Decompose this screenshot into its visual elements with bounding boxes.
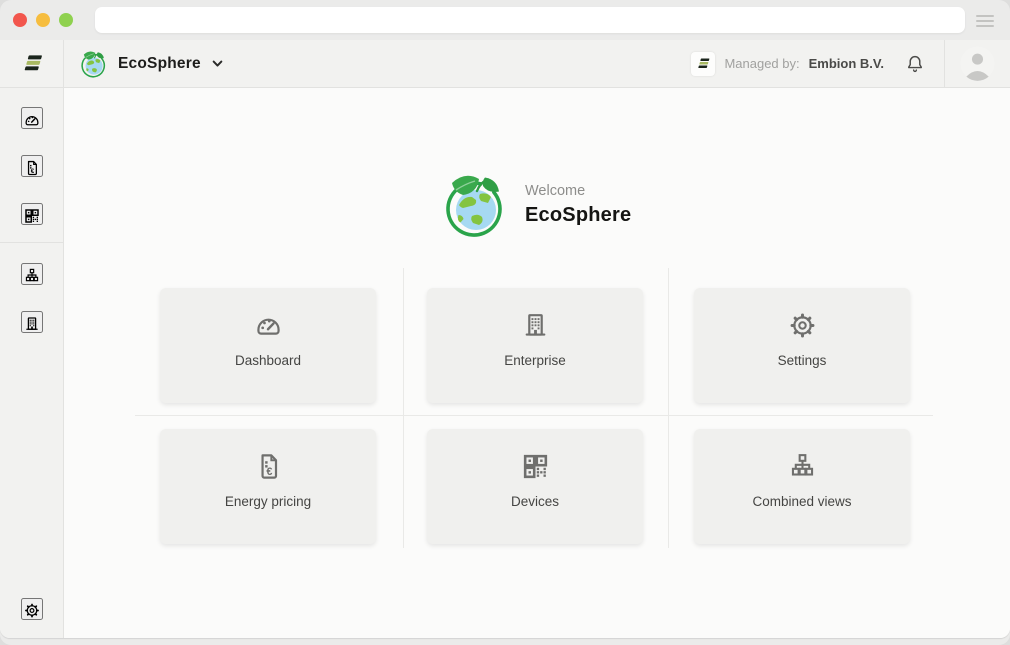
document-euro-icon xyxy=(23,157,41,179)
devices-grid-icon xyxy=(23,205,41,227)
card-label: Settings xyxy=(778,353,827,368)
card-label: Combined views xyxy=(752,494,851,509)
sidebar-item-dashboard[interactable] xyxy=(21,107,43,129)
card-label: Energy pricing xyxy=(225,494,311,509)
user-avatar-icon xyxy=(960,46,995,81)
card-energy-pricing[interactable]: Energy pricing xyxy=(160,429,376,544)
card-label: Enterprise xyxy=(504,353,566,368)
hamburger-icon[interactable] xyxy=(976,15,994,27)
main-content: Welcome EcoSphere Dashboard Enterprise S… xyxy=(64,88,1010,638)
managed-by: Managed by: Embion B.V. xyxy=(691,52,884,76)
card-combined-views[interactable]: Combined views xyxy=(694,429,910,544)
traffic-light-maximize-button[interactable] xyxy=(59,13,73,27)
org-name: EcoSphere xyxy=(118,55,201,73)
welcome-greeting: Welcome xyxy=(525,183,631,199)
building-icon xyxy=(23,313,41,335)
card-settings[interactable]: Settings xyxy=(694,288,910,403)
card-devices[interactable]: Devices xyxy=(427,429,643,544)
gear-icon xyxy=(787,310,818,341)
ecosphere-globe-icon xyxy=(443,170,511,238)
managed-by-label: Managed by: xyxy=(724,56,799,71)
browser-window: EcoSphere Managed by: Embion B.V. xyxy=(0,0,1010,645)
embion-badge-icon xyxy=(691,52,715,76)
sidebar-item-combined-views[interactable] xyxy=(21,263,43,285)
app-header: EcoSphere Managed by: Embion B.V. xyxy=(0,40,1010,88)
welcome-app-name: EcoSphere xyxy=(525,204,631,227)
speedometer-icon xyxy=(253,310,284,341)
bell-icon xyxy=(904,53,926,75)
sidebar-logo-embion[interactable] xyxy=(0,40,64,87)
grid-divider-vertical xyxy=(668,268,669,548)
grid-divider-vertical xyxy=(403,268,404,548)
welcome-block: Welcome EcoSphere xyxy=(525,183,631,227)
sidebar xyxy=(0,88,64,638)
sidebar-item-energy-pricing[interactable] xyxy=(21,155,43,177)
hierarchy-icon xyxy=(23,265,41,287)
sidebar-item-enterprise[interactable] xyxy=(21,311,43,333)
sidebar-item-settings[interactable] xyxy=(21,598,43,620)
speedometer-icon xyxy=(23,109,41,131)
org-switcher[interactable]: EcoSphere xyxy=(80,49,223,78)
embion-logo-icon xyxy=(18,50,46,78)
managed-by-value: Embion B.V. xyxy=(809,56,884,71)
card-dashboard[interactable]: Dashboard xyxy=(160,288,376,403)
card-label: Dashboard xyxy=(235,353,301,368)
sidebar-item-devices[interactable] xyxy=(21,203,43,225)
avatar-cell xyxy=(945,40,1010,87)
building-icon xyxy=(520,310,551,341)
traffic-light-minimize-button[interactable] xyxy=(36,13,50,27)
sidebar-divider xyxy=(0,242,64,243)
card-label: Devices xyxy=(511,494,559,509)
hierarchy-icon xyxy=(787,451,818,482)
app-shell: EcoSphere Managed by: Embion B.V. xyxy=(0,40,1010,638)
user-avatar[interactable] xyxy=(960,46,995,81)
chevron-down-icon xyxy=(212,60,223,68)
grid-divider-horizontal xyxy=(135,415,933,416)
traffic-light-close-button[interactable] xyxy=(13,13,27,27)
gear-icon xyxy=(23,600,41,621)
notifications-button[interactable] xyxy=(904,53,926,75)
card-enterprise[interactable]: Enterprise xyxy=(427,288,643,403)
browser-chrome xyxy=(0,0,1010,40)
url-bar-input[interactable] xyxy=(95,7,965,33)
ecosphere-globe-icon xyxy=(80,49,109,78)
devices-grid-icon xyxy=(520,451,551,482)
document-euro-icon xyxy=(253,451,284,482)
